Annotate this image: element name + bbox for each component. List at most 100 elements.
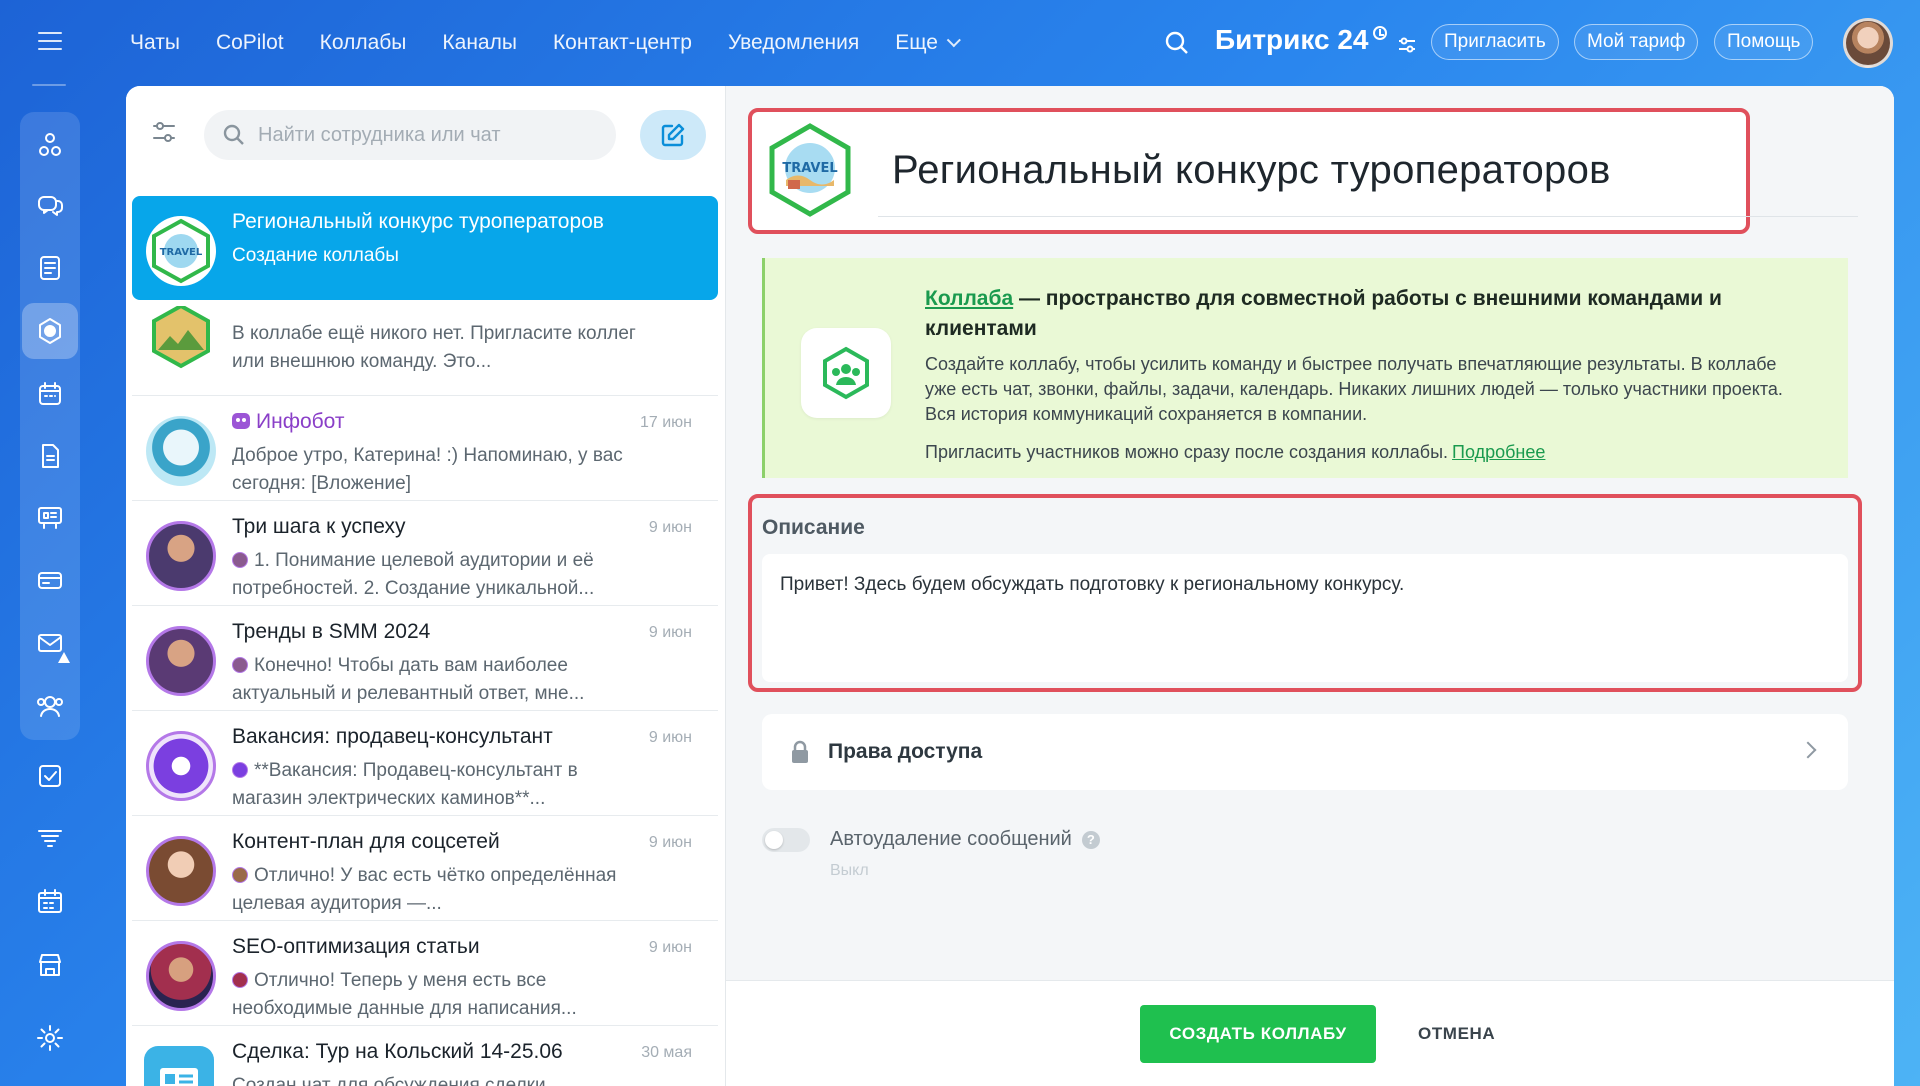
chevron-down-icon <box>946 33 961 48</box>
nav-chats[interactable]: Чаты <box>130 31 180 55</box>
nav-collabs[interactable]: Коллабы <box>320 31 407 55</box>
chat-title: Контент-план для соцсетей <box>232 830 500 853</box>
rail-store-icon[interactable] <box>22 937 78 993</box>
rail-funnel-icon[interactable] <box>22 811 78 867</box>
chat-date: 9 июн <box>648 834 692 851</box>
chat-preview-text: Отлично! Теперь у меня есть все необходи… <box>232 970 577 1019</box>
rail-divider <box>32 84 66 86</box>
info-body: Создайте коллабу, чтобы усилить команду … <box>925 354 1783 424</box>
collab-logo[interactable]: TRAVEL <box>762 122 858 218</box>
rail-people-icon[interactable] <box>22 678 78 734</box>
rail-docs-icon[interactable] <box>22 428 78 484</box>
rail-news-icon[interactable] <box>22 240 78 296</box>
chat-search-input[interactable] <box>258 123 598 147</box>
top-navigation: Чаты CoPilot Коллабы Каналы Контакт-цент… <box>130 22 992 64</box>
chat-preview: Создание коллабы <box>232 245 399 266</box>
access-rights-label: Права доступа <box>828 740 983 763</box>
chat-item[interactable]: Тренды в SMM 2024 9 июн Конечно! Чтобы д… <box>132 606 718 711</box>
warning-icon <box>58 652 70 663</box>
chat-preview: Конечно! Чтобы дать вам наиболее актуаль… <box>232 652 642 708</box>
sliders-icon[interactable] <box>1397 30 1417 53</box>
settings-gear-icon[interactable] <box>22 1010 78 1066</box>
copilot-avatar <box>146 626 216 696</box>
chat-date: 9 июн <box>648 729 692 746</box>
user-avatar[interactable] <box>1843 18 1893 68</box>
help-button[interactable]: Помощь <box>1714 24 1814 60</box>
nav-copilot[interactable]: CoPilot <box>216 31 284 55</box>
autodelete-toggle[interactable] <box>762 828 810 852</box>
chat-preview: Отлично! Теперь у меня есть все необходи… <box>232 967 642 1023</box>
rail-card-icon[interactable] <box>22 552 78 608</box>
chat-search <box>204 110 616 160</box>
top-search-icon[interactable] <box>1164 30 1192 58</box>
my-tariff-button[interactable]: Мой тариф <box>1574 24 1699 60</box>
nav-more[interactable]: Еще <box>895 31 961 55</box>
rail-chat-icon[interactable] <box>22 178 78 234</box>
left-rail <box>0 0 98 1086</box>
rail-board-icon[interactable] <box>22 490 78 546</box>
brand-logo[interactable]: Битрикс 24 <box>1215 24 1417 56</box>
sender-avatar <box>232 657 248 673</box>
search-icon <box>223 124 244 145</box>
chat-title-text: Инфобот <box>256 410 345 433</box>
chat-item[interactable]: В коллабе ещё никого нет. Пригласите кол… <box>132 300 718 396</box>
clock-icon <box>1372 26 1387 40</box>
chevron-right-icon <box>1799 741 1817 759</box>
rail-calendar-icon[interactable] <box>22 366 78 422</box>
description-label: Описание <box>762 516 865 539</box>
form-footer: СОЗДАТЬ КОЛЛАБУ ОТМЕНА <box>726 980 1894 1086</box>
chat-preview-text: Конечно! Чтобы дать вам наиболее актуаль… <box>232 655 585 704</box>
rail-schedule-icon[interactable] <box>22 874 78 930</box>
nav-contact-center[interactable]: Контакт-центр <box>553 31 692 55</box>
menu-icon[interactable] <box>38 32 62 50</box>
invite-button[interactable]: Пригласить <box>1431 24 1559 60</box>
rail-collab-icon[interactable] <box>22 303 78 359</box>
collab-create-form: TRAVEL Региональный конкурс туроператоро… <box>726 86 1894 1086</box>
info-heading-text: — пространство для совместной работы с в… <box>925 287 1722 340</box>
title-underline <box>878 216 1858 217</box>
chat-date: 30 мая <box>641 1044 692 1061</box>
collab-title-input[interactable]: Региональный конкурс туроператоров <box>892 148 1611 193</box>
sender-avatar <box>232 552 248 568</box>
create-collab-button[interactable]: СОЗДАТЬ КОЛЛАБУ <box>1140 1005 1376 1063</box>
autodelete-label: Автоудаление сообщений? <box>830 828 1100 851</box>
cancel-button[interactable]: ОТМЕНА <box>1406 1005 1507 1063</box>
sender-avatar <box>232 762 248 778</box>
access-rights-row[interactable]: Права доступа <box>762 714 1848 790</box>
rail-feed-icon[interactable] <box>22 116 78 172</box>
sender-avatar <box>232 972 248 988</box>
chat-title: Региональный конкурс туроператоров <box>232 210 604 233</box>
chat-item[interactable]: SEO-оптимизация статьи 9 июн Отлично! Те… <box>132 921 718 1026</box>
chat-item[interactable]: Контент-план для соцсетей 9 июн Отлично!… <box>132 816 718 921</box>
chat-preview: Создан чат для обсуждения сделки <box>232 1075 546 1086</box>
chat-title: Инфобот <box>232 410 345 434</box>
description-block: Описание Привет! Здесь будем обсуждать п… <box>748 494 1862 692</box>
rail-tasks-icon[interactable] <box>22 748 78 804</box>
description-textarea[interactable]: Привет! Здесь будем обсуждать подготовку… <box>762 554 1848 682</box>
chat-date: 9 июн <box>648 624 692 641</box>
chat-item[interactable]: Вакансия: продавец-консультант 9 июн **В… <box>132 711 718 816</box>
chat-item[interactable]: Сделка: Тур на Кольский 14-25.06 30 мая … <box>132 1026 718 1086</box>
collab-link[interactable]: Коллаба <box>925 287 1013 310</box>
chat-item-active[interactable]: TRAVEL Региональный конкурс туроператоро… <box>132 196 718 300</box>
rail-mail-icon[interactable] <box>22 615 78 671</box>
chat-title: Три шага к успеху <box>232 515 406 538</box>
nav-channels[interactable]: Каналы <box>442 31 517 55</box>
chat-item-infobot[interactable]: Инфобот 17 июн Доброе утро, Катерина! :)… <box>132 396 718 501</box>
main-card: TRAVEL Региональный конкурс туроператоро… <box>126 86 1894 1086</box>
compose-icon <box>661 123 685 147</box>
chat-preview-text: 1. Понимание целевой аудитории и её потр… <box>232 550 595 599</box>
copilot-avatar <box>146 521 216 591</box>
new-chat-button[interactable] <box>640 110 706 160</box>
nav-notifications[interactable]: Уведомления <box>728 31 859 55</box>
bot-icon <box>232 413 250 429</box>
deal-icon <box>144 1046 214 1086</box>
help-question-icon[interactable]: ? <box>1081 830 1100 849</box>
nav-more-label: Еще <box>895 31 938 54</box>
filter-icon[interactable] <box>146 114 182 150</box>
chat-item[interactable]: Три шага к успеху 9 июн 1. Понимание цел… <box>132 501 718 606</box>
info-footer: Пригласить участников можно сразу после … <box>925 442 1545 463</box>
robot-avatar <box>146 416 216 486</box>
more-link[interactable]: Подробнее <box>1452 442 1545 462</box>
autodelete-status: Выкл <box>830 862 869 879</box>
